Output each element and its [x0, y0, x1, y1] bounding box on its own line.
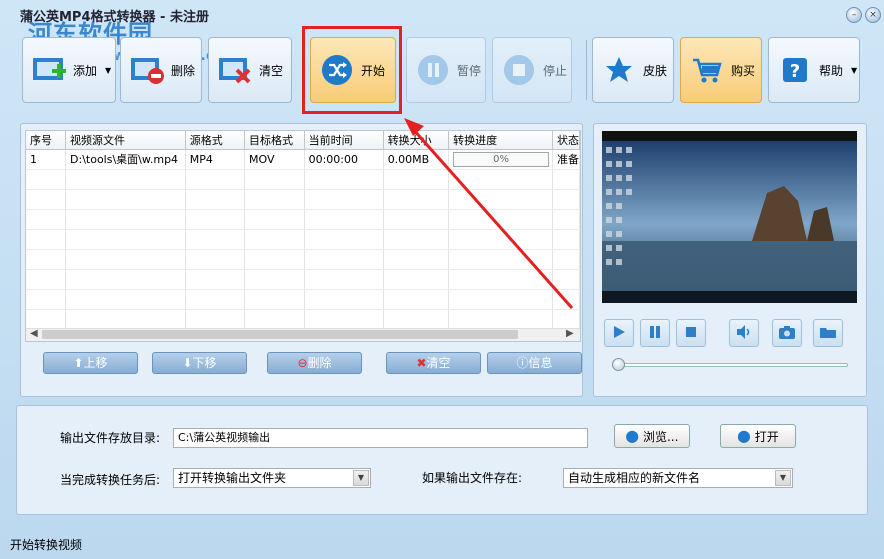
annotation-arrow-icon [404, 118, 574, 309]
